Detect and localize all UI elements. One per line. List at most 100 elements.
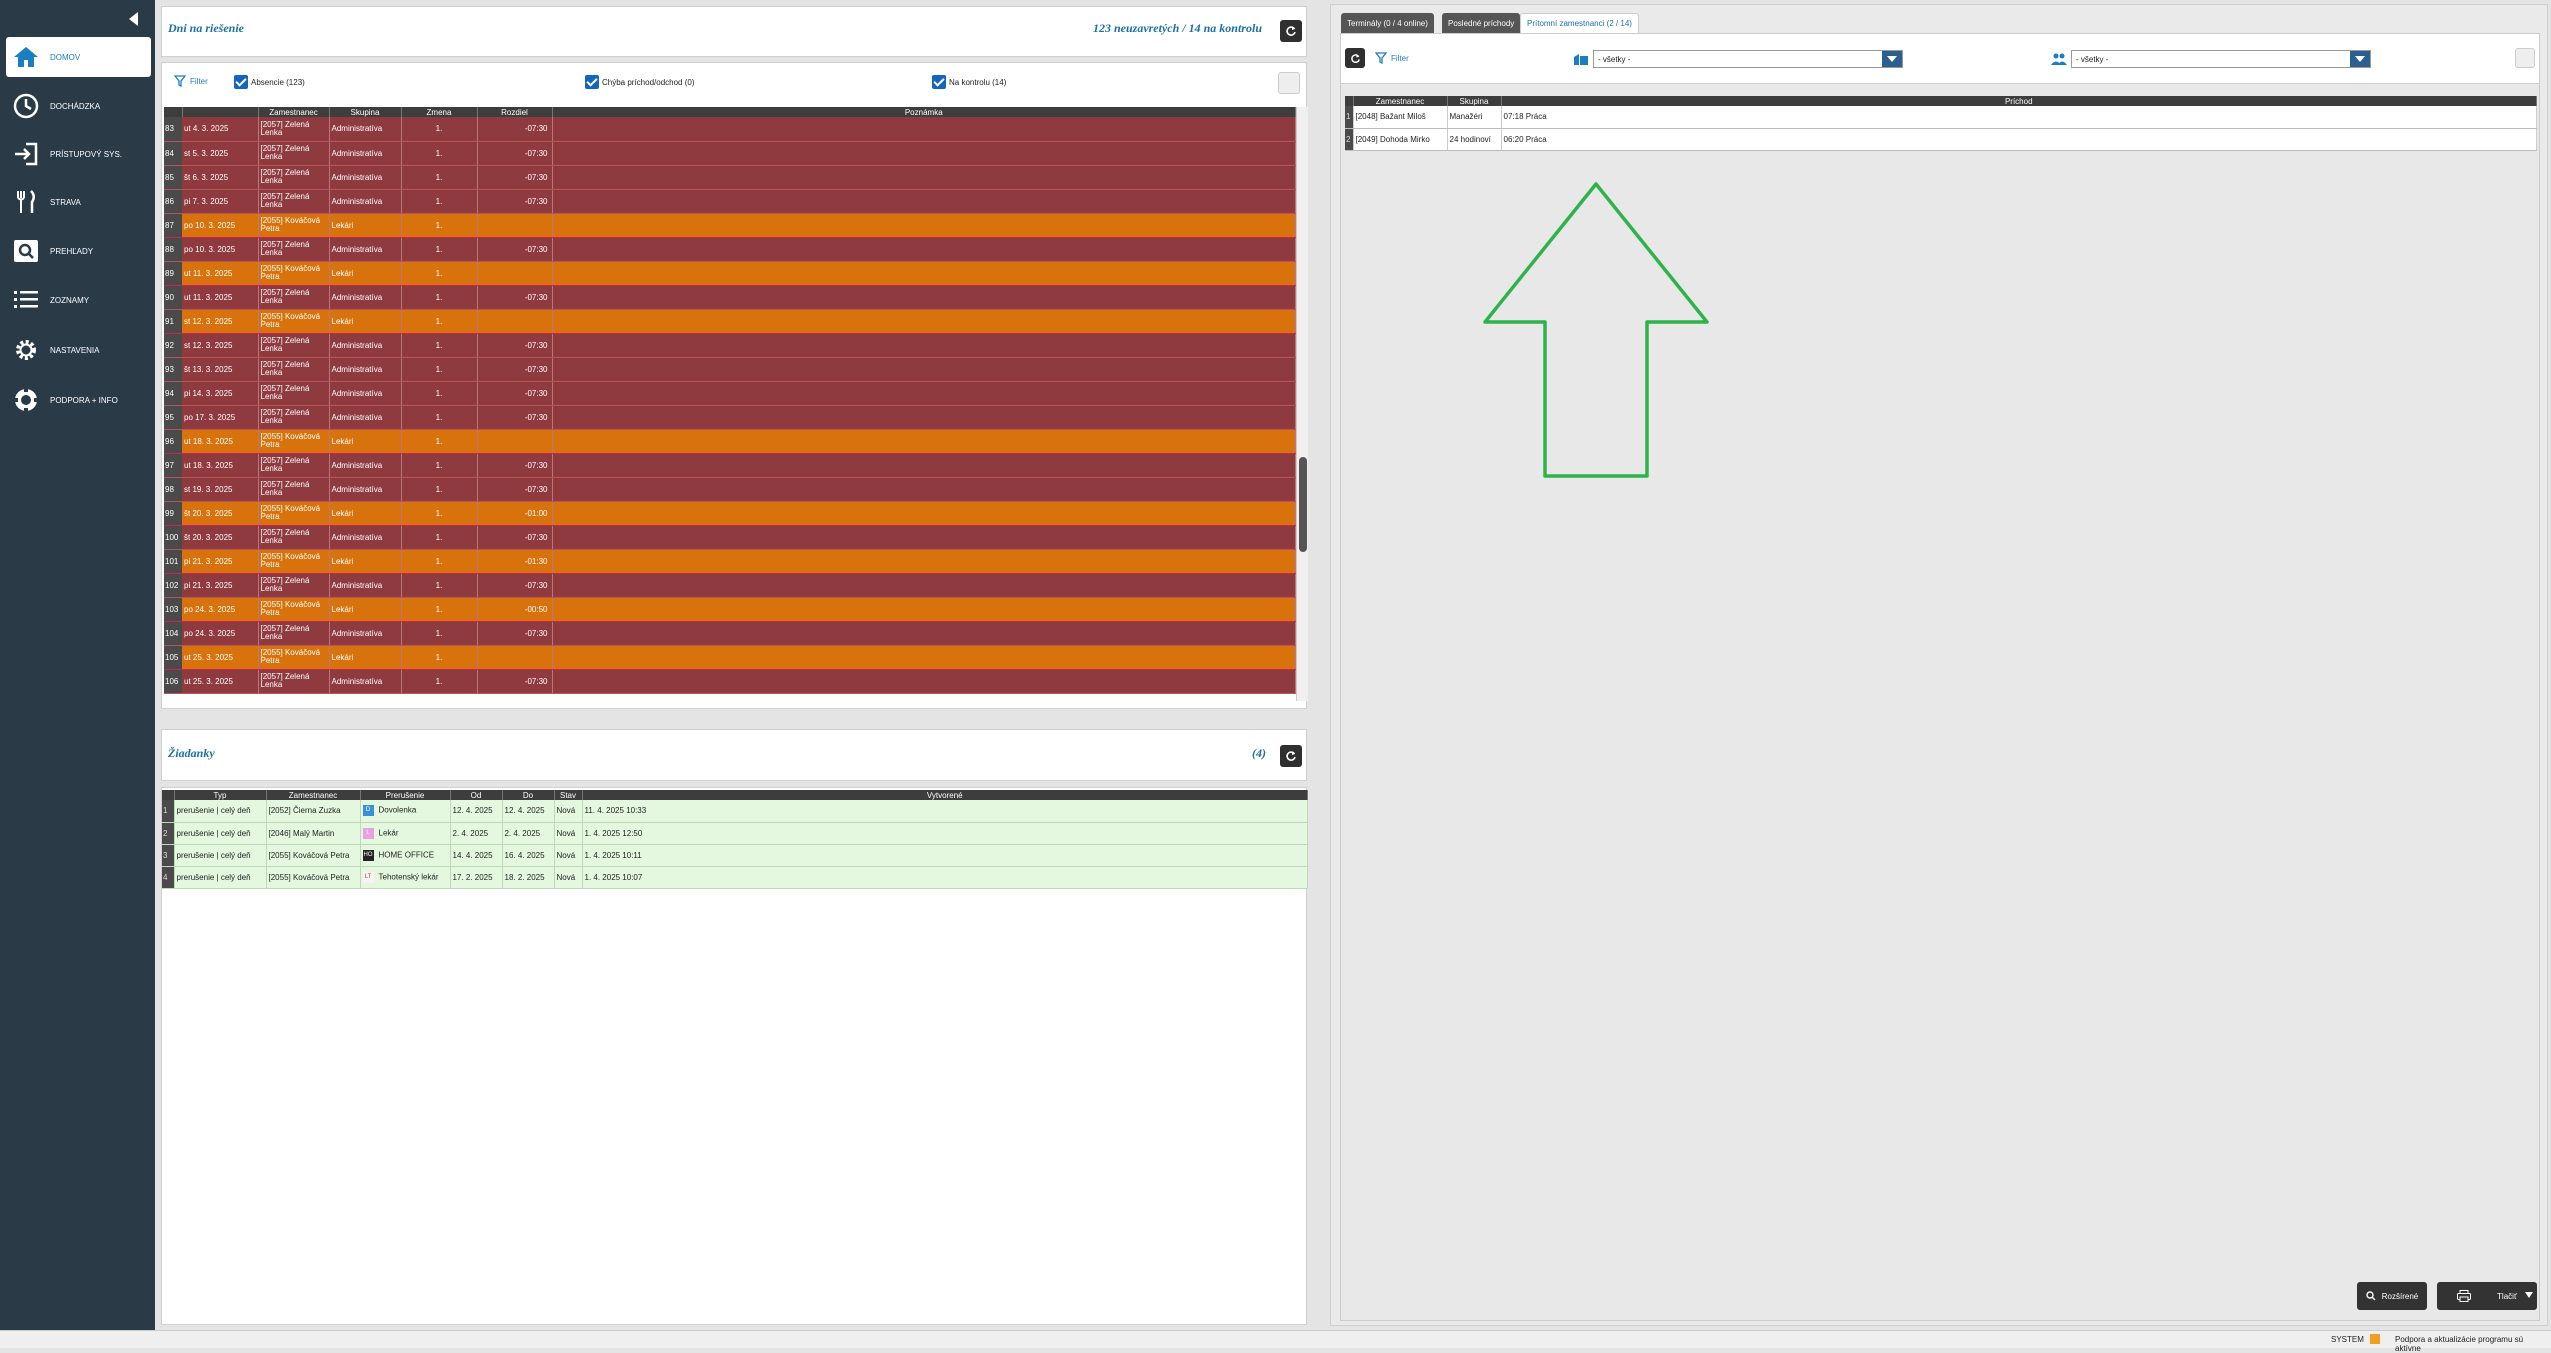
extended-button[interactable]: Rozšírené [2357,1282,2427,1310]
col-employee[interactable]: Zamestnanec [266,790,361,800]
check-chyba-prichod[interactable]: Chýba príchod/odchod (0) [585,75,695,89]
tab-pritomni-zamestnanci[interactable]: Prítomní zamestnanci (2 / 14) [1520,13,1639,33]
cell-shift: 1. [401,549,478,574]
table-row[interactable]: 84st 5. 3. 2025 [2057] Zelená Lenka Admini… [164,141,1296,166]
sidebar-item-prehlady[interactable]: Prehľady [6,231,151,271]
table-row[interactable]: 92st 12. 3. 2025 [2057] Zelená Lenka Admin… [164,333,1296,358]
cell-employee: [2057] Zelená Lenka [258,117,330,142]
row-number: 97 [164,453,182,478]
sidebar-item-zoznamy[interactable]: Zoznamy [6,280,151,320]
days-scrollbar[interactable] [1296,107,1308,701]
table-row[interactable]: 104 po 24. 3. 2025 [2057] Zelená Lenka Admi… [164,621,1296,646]
table-row[interactable]: 87 po 10. 3. 2025 [2055] Kováčová Petra Lek… [164,213,1296,238]
row-number: 3 [162,844,175,867]
col-num[interactable] [1345,96,1354,106]
cell-diff: -07:30 [477,285,553,310]
table-row[interactable]: 88 po 10. 3. 2025 [2057] Zelená Lenka Admin… [164,237,1296,262]
table-row[interactable]: 98st 19. 3. 2025 [2057] Zelená Lenka Admin… [164,477,1296,502]
table-row[interactable]: 103 po 24. 3. 2025 [2055] Kováčová Petra Le… [164,597,1296,622]
col-group[interactable]: Skupina [329,107,402,117]
col-arrival[interactable]: Príchod [1501,96,2537,106]
col-absence[interactable]: Prerušenie [360,790,451,800]
sidebar-item-dochadzka[interactable]: Dochádzka [6,86,151,126]
table-row[interactable]: 3 prerušenie | celý deň [2055] Kováčová Pe… [162,844,1308,867]
check-na-kontrolu[interactable]: Na kontrolu (14) [932,75,1006,89]
col-type[interactable]: Typ [174,790,267,800]
table-row[interactable]: 101 pi 21. 3. 2025 [2055] Kováčová Petra Le… [164,549,1296,574]
table-row[interactable]: 91st 12. 3. 2025 [2055] Kováčová Petra Lek… [164,309,1296,334]
col-created[interactable]: Vytvorené [582,790,1308,800]
statusbar: SYSTEM Podpora a aktualizácie programu s… [0,1330,2551,1353]
sidebar-item-domov[interactable]: Domov [6,37,151,77]
col-num[interactable] [162,790,175,800]
table-row[interactable]: 4 prerušenie | celý deň [2055] Kováčová Pe… [162,866,1308,889]
checkbox-checked[interactable] [234,75,248,89]
col-state[interactable]: Stav [554,790,583,800]
col-note[interactable]: Poznámka [552,107,1296,117]
print-button[interactable]: Tlačiť [2437,1282,2537,1310]
checkbox-checked[interactable] [585,75,599,89]
cell-note [552,141,1296,166]
table-row[interactable]: 102 pi 21. 3. 2025 [2057] Zelená Lenka Admi… [164,573,1296,598]
col-diff[interactable]: Rozdiel [477,107,553,117]
table-row[interactable]: 99 št 20. 3. 2025 [2055] Kováčová Petra Lek… [164,501,1296,526]
sidebar-item-pristupovy-sys[interactable]: Prístupový sys. [6,134,151,174]
days-filter[interactable]: Filter [174,75,208,87]
present-filter[interactable]: Filter [1375,52,1409,64]
group-select[interactable]: - všetky - [2071,50,2371,68]
cell-date: ut 25. 3. 2025 [182,669,259,694]
table-row[interactable]: 106 ut 25. 3. 2025 [2057] Zelená Lenka Admi… [164,669,1296,694]
table-row[interactable]: 96 ut 18. 3. 2025 [2055] Kováčová Petra Lek… [164,429,1296,454]
cell-group: Manažéri [1447,106,1502,129]
table-row[interactable]: 2 prerušenie | celý deň [2046] Malý Martin… [162,822,1308,845]
requests-refresh-button[interactable] [1280,745,1302,767]
col-num[interactable] [164,107,183,117]
chevron-down-icon[interactable] [1882,51,1902,67]
days-refresh-button[interactable] [1280,20,1302,42]
table-row[interactable]: 1 [2048] Bažant Miloš Manažéri 07:18 Práca [1345,106,2537,129]
cell-employee: [2055] Kováčová Petra [258,261,330,286]
col-employee[interactable]: Zamestnanec [258,107,330,117]
cell-group: Administratíva [329,117,402,142]
table-row[interactable]: 94 pi 14. 3. 2025 [2057] Zelená Lenka Admin… [164,381,1296,406]
chevron-down-icon[interactable] [2350,51,2370,67]
table-row[interactable]: 1 prerušenie | celý deň [2052] Čierna Zuzk… [162,800,1308,823]
department-select[interactable]: - všetky - [1593,50,1903,68]
col-to[interactable]: Do [502,790,555,800]
table-row[interactable]: 95 po 17. 3. 2025 [2057] Zelená Lenka Admin… [164,405,1296,430]
tab-posledne-prichody[interactable]: Posledné príchody [1442,13,1521,33]
checkbox-checked[interactable] [932,75,946,89]
days-settings-button[interactable] [1278,72,1300,94]
col-group[interactable]: Skupina [1447,96,1502,106]
col-employee[interactable]: Zamestnanec [1353,96,1448,106]
collapse-sidebar-icon[interactable] [127,10,141,28]
col-from[interactable]: Od [450,790,503,800]
present-settings-button[interactable] [2515,48,2535,68]
table-row[interactable]: 90 ut 11. 3. 2025 [2057] Zelená Lenka Admin… [164,285,1296,310]
table-row[interactable]: 100 št 20. 3. 2025 [2057] Zelená Lenka Admi… [164,525,1296,550]
tab-terminaly[interactable]: Terminály (0 / 4 online) [1341,13,1434,33]
sidebar-item-strava[interactable]: Strava [6,182,151,222]
scroll-thumb[interactable] [1299,457,1307,552]
check-absencie[interactable]: Absencie (123) [234,75,305,89]
cell-date: ut 18. 3. 2025 [182,453,259,478]
table-row[interactable]: 86 pi 7. 3. 2025 [2057] Zelená Lenka Admini… [164,189,1296,214]
table-row[interactable]: 85 št 6. 3. 2025 [2057] Zelená Lenka Admini… [164,165,1296,190]
cell-group: Administratíva [329,237,402,262]
table-row[interactable]: 89 ut 11. 3. 2025 [2055] Kováčová Petra Lek… [164,261,1296,286]
col-shift[interactable]: Zmena [401,107,478,117]
table-row[interactable]: 97 ut 18. 3. 2025 [2057] Zelená Lenka Admin… [164,453,1296,478]
absence-type-icon: D [362,805,374,817]
sidebar-item-podpora[interactable]: Podpora + info [6,380,151,420]
present-table: Zamestnanec Skupina Príchod 1 [2048] Baža… [1345,96,2537,151]
table-row[interactable]: 83 ut 4. 3. 2025 [2057] Zelená Lenka Admini… [164,117,1296,142]
cell-arrival: 06:20 Práca [1501,128,2537,151]
chevron-down-icon[interactable] [2525,1292,2533,1298]
table-row[interactable]: 2 [2049] Dohoda Mirko 24 hodinoví 06:20 Prá… [1345,128,2537,151]
sidebar-item-nastavenia[interactable]: Nastavenia [6,330,151,370]
table-row[interactable]: 105 ut 25. 3. 2025 [2055] Kováčová Petra Le… [164,645,1296,670]
cell-absence: HO HOME OFFICE [360,844,451,867]
present-refresh-button[interactable] [1345,48,1365,68]
col-date[interactable] [182,107,259,117]
table-row[interactable]: 93 št 13. 3. 2025 [2057] Zelená Lenka Admin… [164,357,1296,382]
